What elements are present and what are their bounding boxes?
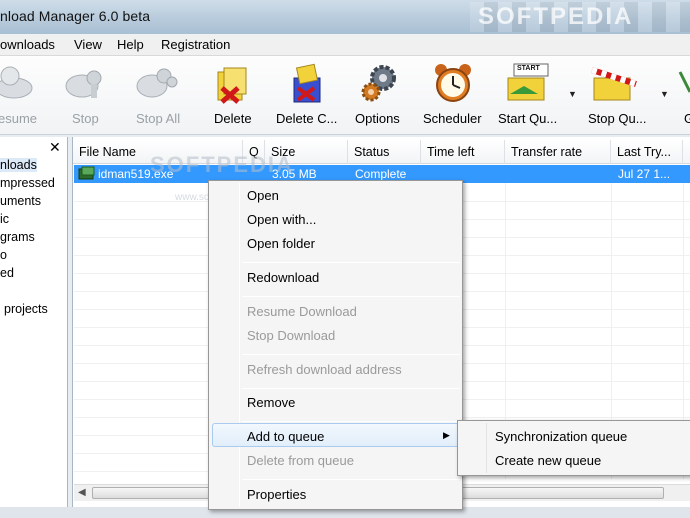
menu-item-stop-download: Stop Download	[247, 328, 336, 343]
resume-label: esume	[0, 111, 38, 126]
menu-downloads[interactable]: ownloads	[0, 37, 55, 52]
stop-queue-label: Stop Qu...	[588, 111, 647, 126]
grabber-button[interactable]: G	[676, 56, 690, 135]
options-gear-icon	[359, 62, 399, 104]
menu-view[interactable]: View	[74, 37, 102, 52]
stop-queue-icon	[590, 62, 640, 104]
window-title: nload Manager 6.0 beta	[0, 8, 151, 24]
menu-item-redownload[interactable]: Redownload	[247, 270, 319, 285]
category-programs[interactable]: grams	[0, 230, 35, 244]
menu-separator	[242, 354, 460, 355]
menu-separator	[242, 479, 460, 480]
scheduler-button[interactable]: Scheduler	[420, 56, 486, 135]
options-button[interactable]: Options	[352, 56, 406, 135]
stop-icon	[62, 62, 102, 104]
context-menu: Open Open with... Open folder Redownload…	[208, 180, 463, 510]
resume-button[interactable]: esume	[0, 56, 45, 135]
submenu-item-create-new-queue[interactable]: Create new queue	[495, 453, 601, 468]
close-panel-icon[interactable]: ✕	[49, 139, 61, 156]
submenu-gutter	[486, 423, 487, 473]
menu-item-refresh-address: Refresh download address	[247, 362, 402, 377]
stop-button[interactable]: Stop	[58, 56, 108, 135]
scheduler-label: Scheduler	[423, 111, 482, 126]
submenu-item-synchronization-queue[interactable]: Synchronization queue	[495, 429, 627, 444]
delete-icon	[212, 62, 252, 104]
scheduler-clock-icon	[431, 62, 471, 104]
softpedia-watermark: SOFTPEDIA	[470, 2, 690, 32]
exe-file-icon	[78, 166, 96, 183]
resume-icon	[0, 62, 33, 104]
menu-item-open-folder[interactable]: Open folder	[247, 236, 315, 251]
stop-all-button[interactable]: Stop All	[128, 56, 186, 135]
menu-item-remove[interactable]: Remove	[247, 395, 295, 410]
column-transfer-rate[interactable]: Transfer rate	[505, 140, 611, 164]
stop-queue-dropdown-icon[interactable]: ▼	[660, 89, 669, 99]
menu-item-open-with[interactable]: Open with...	[247, 212, 316, 227]
category-documents[interactable]: uments	[0, 194, 41, 208]
menu-item-delete-from-queue: Delete from queue	[247, 453, 354, 468]
status-cell: Complete	[355, 167, 407, 181]
stop-label: Stop	[72, 111, 99, 126]
toolbar: esume Stop Stop All Delete Delete C... O…	[0, 56, 690, 135]
column-time-left[interactable]: Time left	[421, 140, 505, 164]
category-grabber-projects[interactable]: projects	[4, 302, 48, 316]
menu-help[interactable]: Help	[117, 37, 144, 52]
menu-separator	[242, 421, 460, 422]
start-badge: START	[517, 65, 540, 72]
title-bar[interactable]: nload Manager 6.0 beta SOFTPEDIA	[0, 0, 690, 34]
start-queue-button[interactable]: START ▼ Start Qu...	[496, 56, 577, 135]
menu-bar: ownloads View Help Registration	[0, 34, 690, 56]
category-music[interactable]: ic	[0, 212, 9, 226]
start-queue-icon: START	[504, 62, 554, 104]
category-unfinished[interactable]: ed	[0, 266, 14, 280]
menu-separator	[242, 296, 460, 297]
category-all-downloads[interactable]: nloads	[0, 158, 37, 172]
queue-submenu: Synchronization queue Create new queue	[457, 420, 690, 476]
submenu-arrow-icon: ▶	[443, 430, 450, 440]
stop-all-icon	[134, 62, 178, 104]
menu-gutter	[239, 183, 240, 507]
menu-registration[interactable]: Registration	[161, 37, 230, 52]
grabber-label: G	[684, 111, 690, 126]
column-description[interactable]: D	[683, 140, 690, 164]
menu-item-add-to-queue[interactable]: Add to queue	[247, 429, 324, 444]
stop-all-label: Stop All	[136, 111, 181, 126]
menu-item-resume-download: Resume Download	[247, 304, 357, 319]
delete-label: Delete	[214, 111, 252, 126]
menu-separator	[242, 262, 460, 263]
delete-completed-button[interactable]: Delete C...	[272, 56, 342, 135]
menu-item-properties[interactable]: Properties	[247, 487, 306, 502]
stop-queue-button[interactable]: ▼ Stop Qu...	[586, 56, 669, 135]
delete-completed-label: Delete C...	[276, 111, 338, 126]
menu-separator	[242, 388, 460, 389]
start-queue-dropdown-icon[interactable]: ▼	[568, 89, 577, 99]
last-try-cell: Jul 27 1...	[618, 167, 671, 181]
list-watermark: SOFTPEDIA	[150, 152, 294, 177]
column-status[interactable]: Status	[348, 140, 421, 164]
start-queue-label: Start Qu...	[498, 111, 558, 126]
delete-button[interactable]: Delete	[206, 56, 260, 135]
options-label: Options	[355, 111, 400, 126]
scroll-left-icon[interactable]: ◀	[78, 487, 86, 498]
category-compressed[interactable]: mpressed	[0, 176, 55, 190]
column-last-try[interactable]: Last Try...	[611, 140, 683, 164]
category-video[interactable]: o	[0, 248, 7, 262]
grabber-icon	[678, 62, 690, 104]
delete-completed-icon	[284, 62, 324, 104]
categories-panel: ✕ nloads mpressed uments ic grams o ed p…	[0, 137, 68, 507]
menu-item-open[interactable]: Open	[247, 188, 279, 203]
